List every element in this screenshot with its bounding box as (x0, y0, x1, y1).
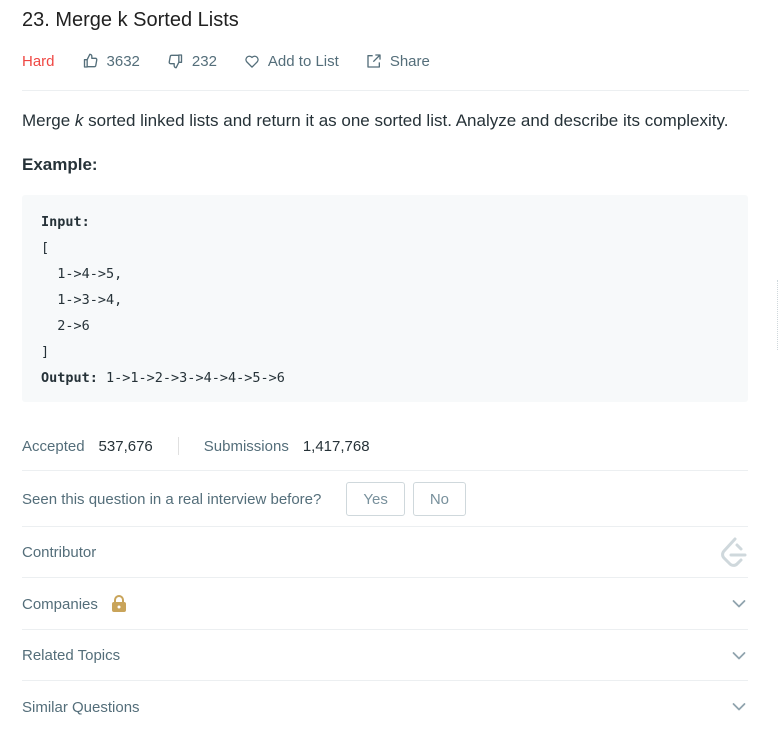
like-count: 3632 (106, 52, 140, 70)
chevron-down-icon[interactable] (732, 703, 746, 712)
heart-icon (245, 55, 259, 68)
similar-questions-section[interactable]: Similar Questions (22, 680, 748, 733)
submissions-label: Submissions (203, 437, 289, 455)
submissions-value: 1,417,768 (302, 437, 370, 455)
dislike-count: 232 (191, 52, 217, 70)
code-line: ] (41, 344, 50, 360)
no-button[interactable]: No (412, 482, 467, 516)
code-line: [ (41, 240, 50, 256)
share-label: Share (389, 52, 430, 70)
description-text-end: sorted linked lists and return it as one… (83, 111, 729, 130)
code-line: 2->6 (41, 318, 90, 334)
input-label: Input: (41, 214, 90, 230)
accepted-label: Accepted (22, 437, 85, 455)
problem-meta-bar: Hard 3632 232 Add to List Share (22, 50, 457, 72)
example-code-block: Input: [ 1->4->5, 1->3->4, 2->6 ] Output… (22, 195, 748, 402)
output-label: Output: (41, 370, 98, 386)
problem-title: 23. Merge k Sorted Lists (22, 9, 239, 31)
leetcode-logo-icon (721, 537, 747, 567)
example-heading: Example: (22, 155, 98, 174)
companies-section[interactable]: Companies (22, 577, 748, 630)
related-topics-section[interactable]: Related Topics (22, 629, 748, 681)
chevron-down-icon[interactable] (732, 600, 746, 609)
code-line: 1->4->5, (41, 266, 123, 282)
add-to-list-label: Add to List (267, 52, 339, 70)
interview-question-row: Seen this question in a real interview b… (22, 470, 748, 527)
thumbs-up-icon (83, 53, 97, 68)
panel-resize-handle[interactable] (777, 280, 781, 350)
code-line: 1->3->4, (41, 292, 123, 308)
interview-question-text: Seen this question in a real interview b… (22, 490, 322, 508)
companies-label: Companies (22, 595, 98, 613)
contributor-label: Contributor (22, 544, 97, 561)
share-icon (367, 54, 381, 68)
thumbs-down-icon (168, 54, 183, 69)
chevron-down-icon[interactable] (732, 651, 746, 660)
contributor-section[interactable]: Contributor (22, 526, 748, 578)
accepted-value: 537,676 (98, 437, 153, 455)
dislike-button[interactable]: 232 (167, 53, 217, 70)
share-button[interactable]: Share (366, 53, 430, 70)
output-value: 1->1->2->3->4->4->5->6 (97, 370, 285, 386)
difficulty-badge: Hard (22, 52, 55, 70)
yes-button[interactable]: Yes (346, 482, 405, 516)
problem-description: Merge k sorted linked lists and return i… (22, 111, 728, 131)
like-button[interactable]: 3632 (82, 53, 140, 70)
header-divider (22, 90, 749, 91)
similar-questions-label: Similar Questions (22, 698, 140, 716)
add-to-list-button[interactable]: Add to List (244, 53, 339, 70)
stats-divider (177, 437, 179, 455)
related-topics-label: Related Topics (22, 647, 121, 664)
lock-icon (111, 595, 127, 613)
submission-stats: Accepted 537,676 Submissions 1,417,768 (22, 435, 370, 457)
description-text-start: Merge (22, 111, 75, 130)
